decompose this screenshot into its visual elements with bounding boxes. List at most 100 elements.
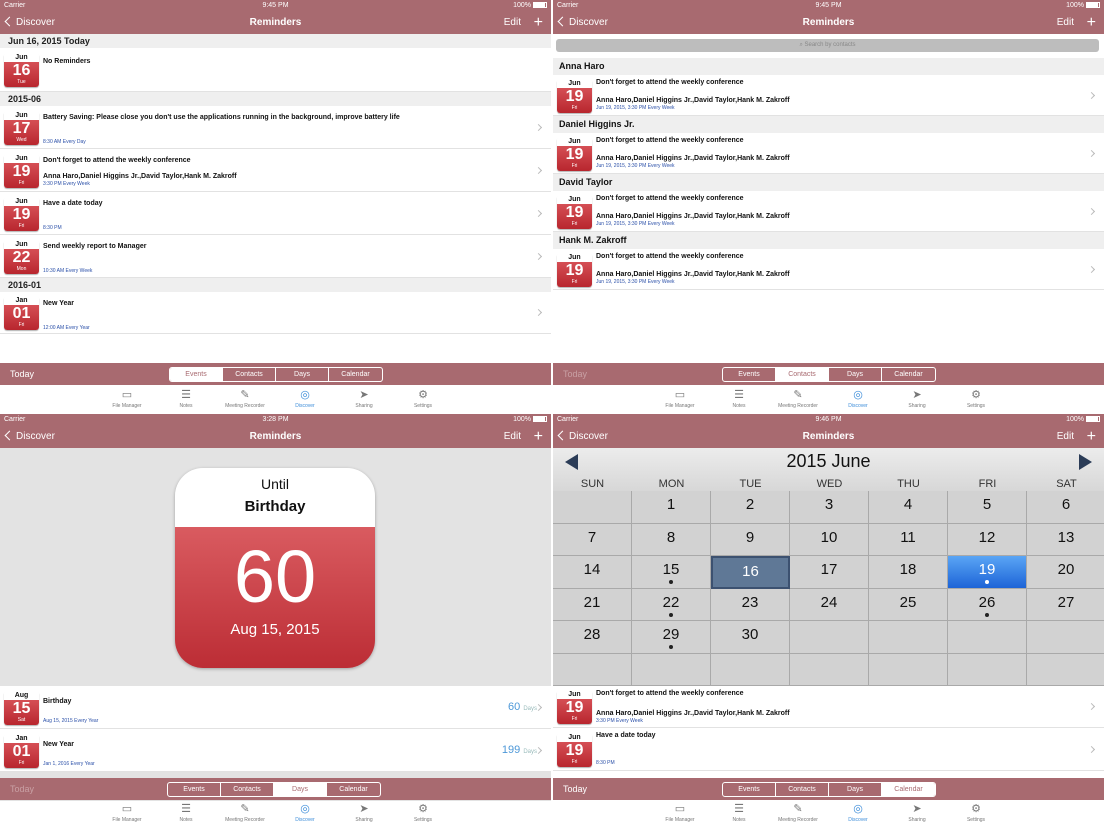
calendar-day-cell[interactable]	[869, 653, 948, 686]
reminder-row[interactable]: Jun 19 Fri Don't forget to attend the weekl…	[553, 249, 1104, 290]
tab-file-manager[interactable]: ▭ File Manager	[102, 389, 152, 409]
calendar-day-cell[interactable]: 9	[711, 523, 790, 556]
today-button[interactable]: Today	[563, 778, 587, 800]
calendar-day-cell[interactable]: 15	[632, 556, 711, 589]
segment-events[interactable]: Events	[170, 368, 223, 381]
calendar-day-cell[interactable]: 6	[1027, 491, 1104, 524]
reminder-row[interactable]: Jun 19 Fri Don't forget to attend the weekl…	[553, 75, 1104, 116]
calendar-day-cell[interactable]	[553, 491, 632, 524]
tab-notes[interactable]: ☰ Notes	[714, 389, 764, 409]
calendar-day-cell[interactable]	[790, 653, 869, 686]
calendar-day-cell[interactable]: 26	[948, 588, 1027, 621]
back-button[interactable]: Discover	[4, 426, 55, 448]
tab-discover[interactable]: ◎ Discover	[833, 389, 883, 409]
reminder-row[interactable]: Jun 17 Wed Battery Saving: Please close you…	[0, 106, 551, 149]
reminder-row[interactable]: Aug 15 Sat Birthday Aug 15, 2015 Every Year 6…	[0, 686, 551, 729]
calendar-day-cell[interactable]: 18	[869, 556, 948, 589]
add-icon[interactable]: +	[534, 12, 543, 34]
calendar-day-cell[interactable]: 19	[948, 556, 1027, 589]
segment-days[interactable]: Days	[276, 368, 329, 381]
segment-events[interactable]: Events	[168, 783, 221, 796]
calendar-day-cell[interactable]: 3	[790, 491, 869, 524]
calendar-day-cell[interactable]	[632, 653, 711, 686]
tab-settings[interactable]: ⚙ Settings	[951, 803, 1001, 823]
calendar-day-cell[interactable]: 21	[553, 588, 632, 621]
calendar-day-cell[interactable]: 5	[948, 491, 1027, 524]
calendar-day-cell[interactable]: 24	[790, 588, 869, 621]
segment-events[interactable]: Events	[723, 368, 776, 381]
segment-calendar[interactable]: Calendar	[327, 783, 380, 796]
segment-calendar[interactable]: Calendar	[329, 368, 382, 381]
calendar-day-cell[interactable]: 23	[711, 588, 790, 621]
reminder-row[interactable]: Jun 19 Fri Don't forget to attend the weekl…	[553, 133, 1104, 174]
calendar-day-cell[interactable]: 28	[553, 621, 632, 654]
edit-button[interactable]: Edit	[1057, 426, 1074, 448]
calendar-day-cell[interactable]: 8	[632, 523, 711, 556]
calendar-day-cell[interactable]: 7	[553, 523, 632, 556]
calendar-day-cell[interactable]: 13	[1027, 524, 1104, 556]
tab-discover[interactable]: ◎ Discover	[280, 803, 330, 823]
calendar-day-cell[interactable]: 1	[632, 491, 711, 524]
tab-notes[interactable]: ☰ Notes	[714, 803, 764, 823]
edit-button[interactable]: Edit	[504, 12, 521, 34]
tab-meeting-recorder[interactable]: ✎ Meeting Recorder	[773, 389, 823, 409]
calendar-day-cell[interactable]	[553, 653, 632, 686]
calendar-day-cell[interactable]: 16	[711, 556, 790, 589]
next-month-icon[interactable]	[1079, 454, 1092, 470]
calendar-day-cell[interactable]: 4	[869, 491, 948, 524]
tab-notes[interactable]: ☰ Notes	[161, 389, 211, 409]
segment-days[interactable]: Days	[274, 783, 327, 796]
calendar-day-cell[interactable]	[948, 653, 1027, 686]
tab-sharing[interactable]: ➤ Sharing	[339, 389, 389, 409]
search-bar[interactable]: ⌕ Search by contacts	[556, 39, 1099, 52]
back-button[interactable]: Discover	[557, 426, 608, 448]
tab-settings[interactable]: ⚙ Settings	[398, 803, 448, 823]
reminder-row[interactable]: Jun 16 Tue No Reminders	[0, 48, 551, 92]
calendar-day-cell[interactable]: 2	[711, 491, 790, 524]
reminder-row[interactable]: Jan 01 Fri New Year 12:00 AM Every Year	[0, 292, 551, 334]
segment-contacts[interactable]: Contacts	[776, 783, 829, 796]
reminder-row[interactable]: Jun 19 Fri Have a date today 8:30 PM	[553, 728, 1104, 771]
segment-days[interactable]: Days	[829, 368, 882, 381]
calendar-day-cell[interactable]	[948, 621, 1027, 654]
segment-calendar[interactable]: Calendar	[882, 783, 935, 796]
tab-notes[interactable]: ☰ Notes	[161, 803, 211, 823]
reminder-row[interactable]: Jun 19 Fri Don't forget to attend the weekl…	[0, 149, 551, 192]
tab-discover[interactable]: ◎ Discover	[833, 803, 883, 823]
reminder-row[interactable]: Jan 01 Fri New Year Jan 1, 2016 Every Year 19…	[0, 729, 551, 772]
calendar-day-cell[interactable]: 30	[711, 621, 790, 654]
tab-sharing[interactable]: ➤ Sharing	[892, 389, 942, 409]
today-button[interactable]: Today	[563, 363, 587, 385]
calendar-day-cell[interactable]: 10	[790, 523, 869, 556]
back-button[interactable]: Discover	[557, 12, 608, 34]
calendar-day-cell[interactable]: 20	[1027, 556, 1104, 589]
tab-sharing[interactable]: ➤ Sharing	[892, 803, 942, 823]
tab-settings[interactable]: ⚙ Settings	[951, 389, 1001, 409]
reminder-row[interactable]: Jun 22 Mon Send weekly report to Manager 10:…	[0, 235, 551, 278]
tab-file-manager[interactable]: ▭ File Manager	[655, 389, 705, 409]
segment-events[interactable]: Events	[723, 783, 776, 796]
segment-days[interactable]: Days	[829, 783, 882, 796]
add-icon[interactable]: +	[1087, 426, 1096, 448]
calendar-day-cell[interactable]: 14	[553, 556, 632, 589]
tab-meeting-recorder[interactable]: ✎ Meeting Recorder	[773, 803, 823, 823]
add-icon[interactable]: +	[1087, 12, 1096, 34]
tab-file-manager[interactable]: ▭ File Manager	[102, 803, 152, 823]
calendar-day-cell[interactable]: 11	[869, 523, 948, 556]
reminder-row[interactable]: Jun 19 Fri Don't forget to attend the weekl…	[553, 191, 1104, 232]
calendar-day-cell[interactable]: 29	[632, 621, 711, 654]
segment-contacts[interactable]: Contacts	[776, 368, 829, 381]
calendar-day-cell[interactable]: 17	[790, 556, 869, 589]
calendar-day-cell[interactable]	[790, 621, 869, 654]
calendar-day-cell[interactable]	[869, 621, 948, 654]
segment-contacts[interactable]: Contacts	[221, 783, 274, 796]
segment-contacts[interactable]: Contacts	[223, 368, 276, 381]
back-button[interactable]: Discover	[4, 12, 55, 34]
tab-discover[interactable]: ◎ Discover	[280, 389, 330, 409]
calendar-day-cell[interactable]	[1027, 621, 1104, 654]
tab-meeting-recorder[interactable]: ✎ Meeting Recorder	[220, 803, 270, 823]
segment-calendar[interactable]: Calendar	[882, 368, 935, 381]
calendar-day-cell[interactable]	[1027, 654, 1104, 686]
edit-button[interactable]: Edit	[1057, 12, 1074, 34]
calendar-day-cell[interactable]: 22	[632, 588, 711, 621]
